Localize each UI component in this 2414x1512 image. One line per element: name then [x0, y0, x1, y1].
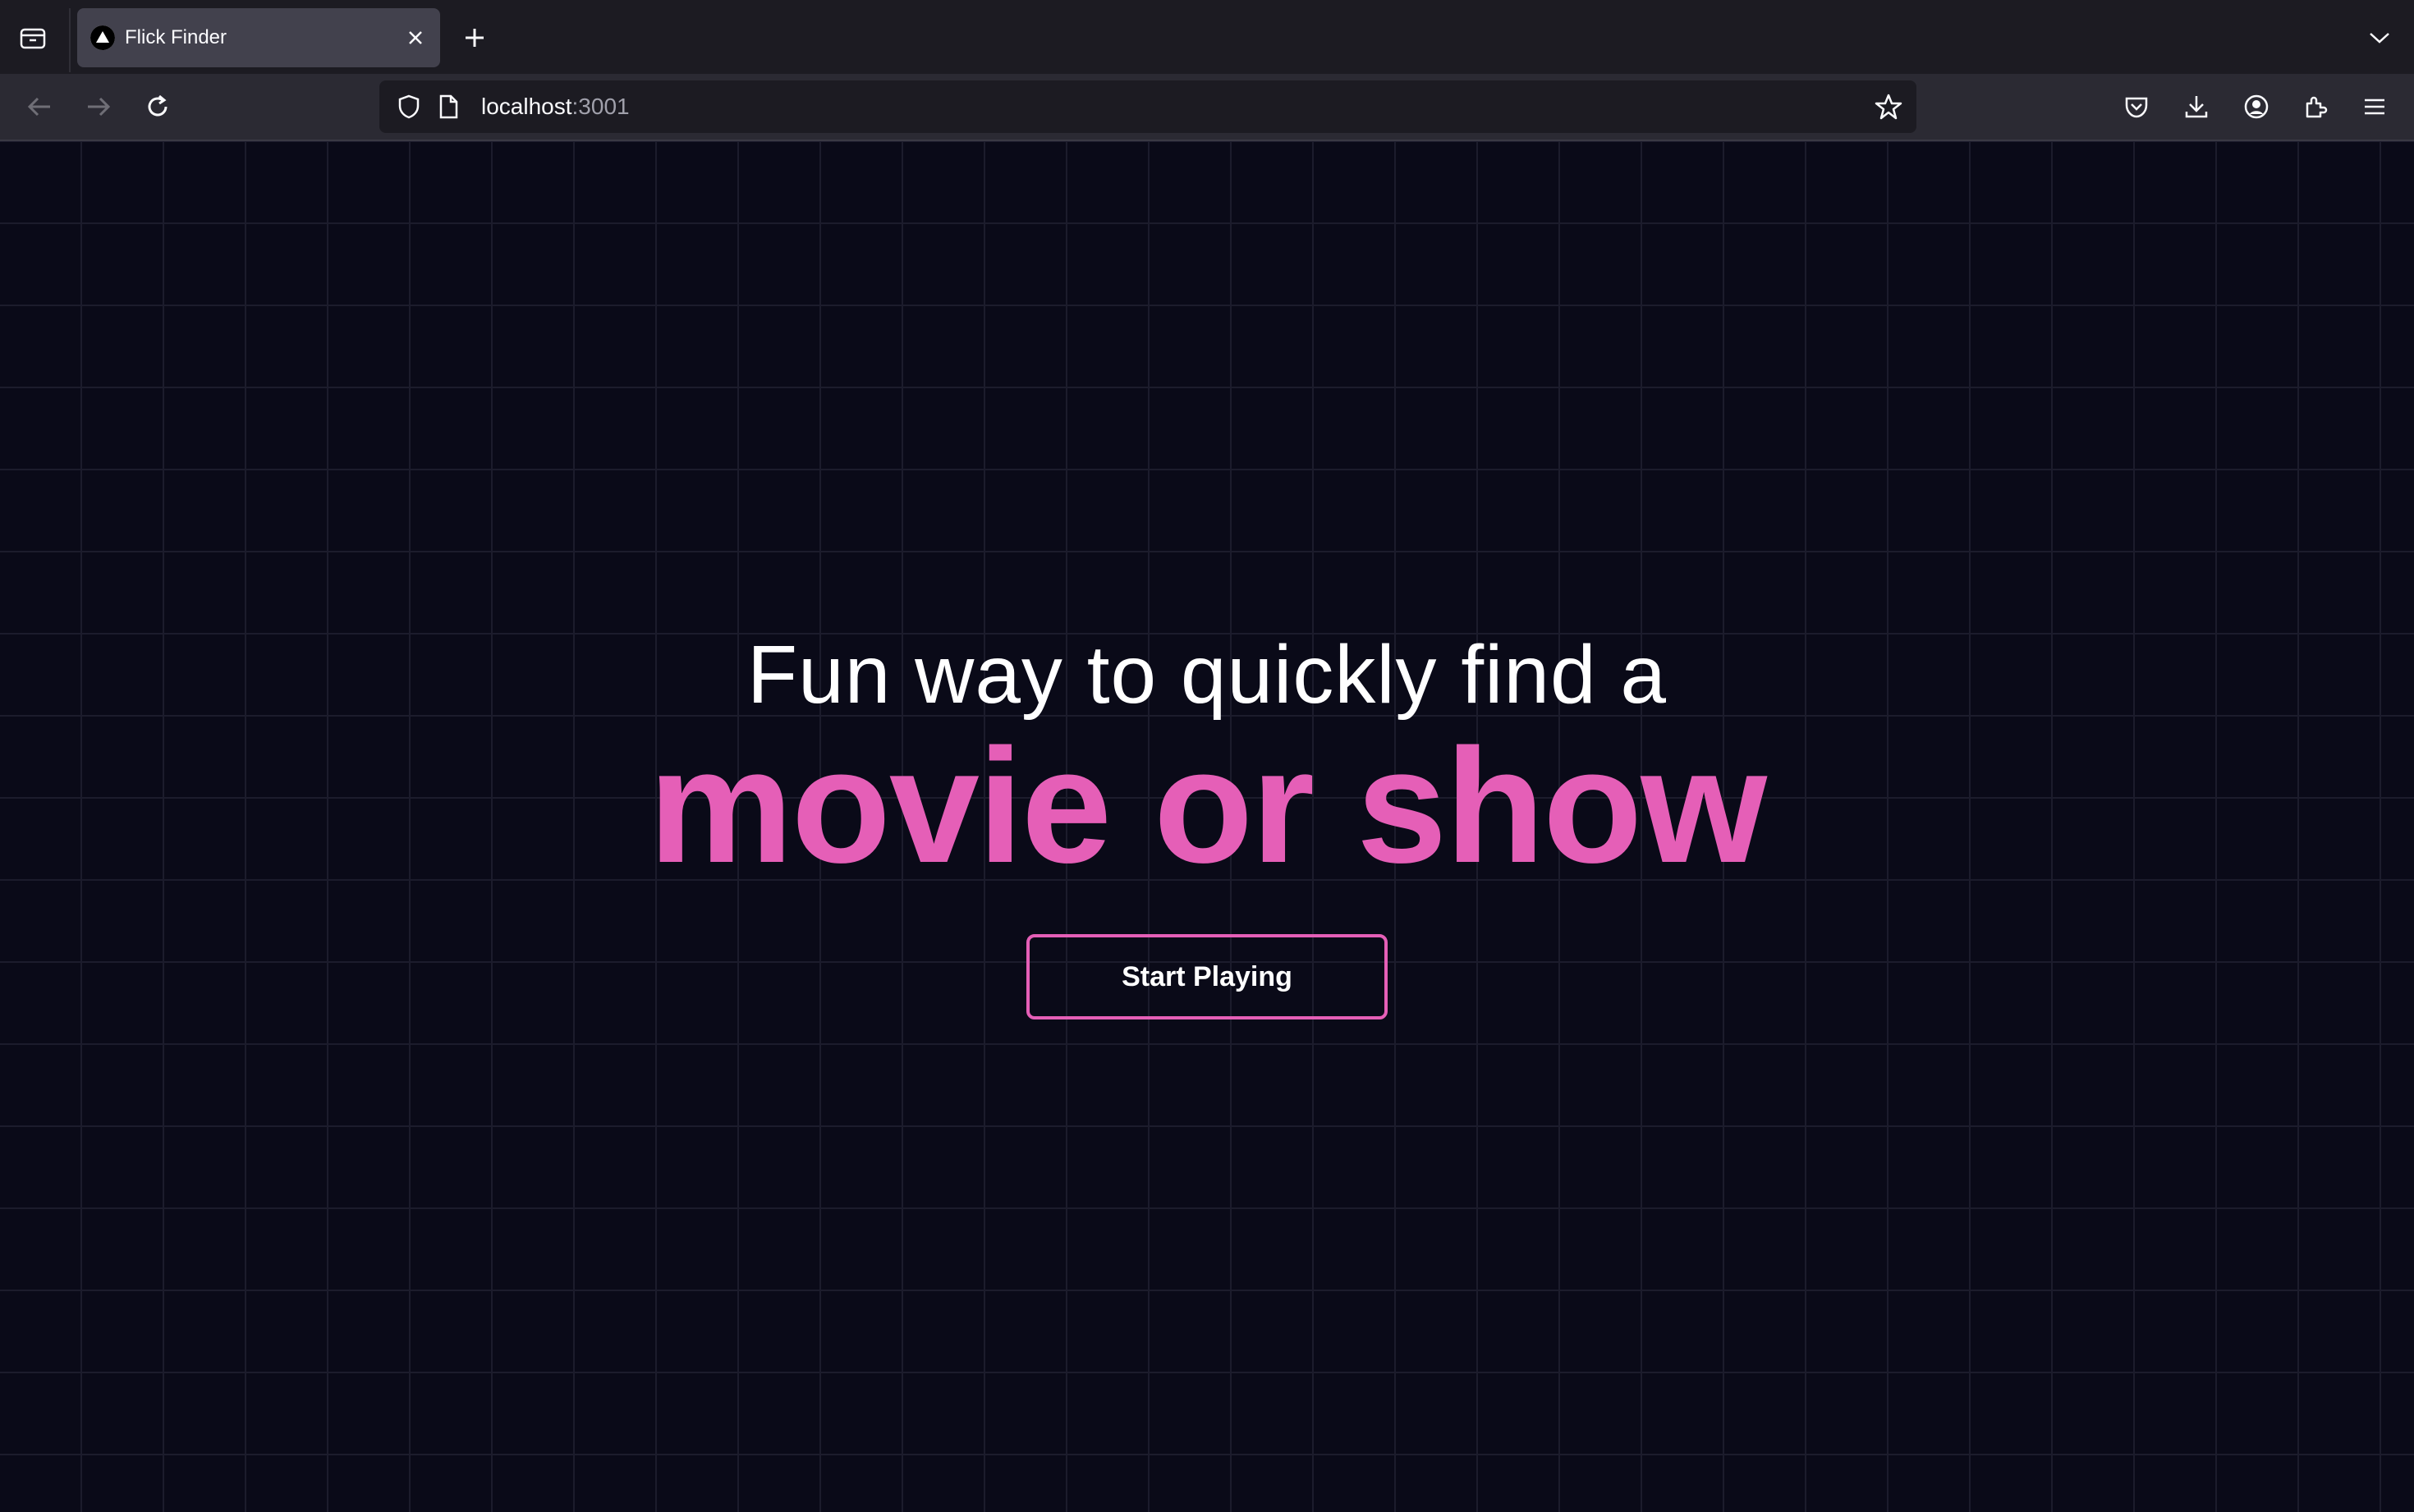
url-host: localhost — [481, 94, 572, 119]
reload-icon[interactable] — [138, 87, 177, 126]
menu-icon[interactable] — [2355, 87, 2394, 126]
page-viewport: Fun way to quickly find a movie or show … — [0, 141, 2414, 1512]
account-icon[interactable] — [2237, 87, 2276, 126]
shield-icon[interactable] — [394, 92, 424, 121]
hero-subtitle: Fun way to quickly find a — [747, 629, 1667, 721]
favicon-icon — [90, 25, 115, 50]
tab-title: Flick Finder — [125, 26, 227, 48]
start-playing-button[interactable]: Start Playing — [1026, 934, 1388, 1019]
pocket-icon[interactable] — [2117, 87, 2156, 126]
tab-overview-icon[interactable] — [15, 21, 51, 54]
address-bar[interactable]: localhost:3001 — [379, 80, 1916, 133]
download-icon[interactable] — [2177, 87, 2216, 126]
tab-separator — [69, 8, 71, 72]
extensions-icon[interactable] — [2296, 87, 2335, 126]
browser-nav-bar: localhost:3001 — [0, 74, 2414, 140]
forward-arrow-icon[interactable] — [79, 87, 118, 126]
url-text[interactable]: localhost:3001 — [481, 94, 630, 120]
url-port: :3001 — [571, 94, 630, 119]
close-tab-icon[interactable] — [402, 25, 429, 51]
hero: Fun way to quickly find a movie or show — [0, 625, 2414, 888]
chevron-down-icon[interactable] — [2361, 21, 2398, 54]
browser-tab-bar: Flick Finder — [0, 0, 2414, 74]
page-info-icon[interactable] — [434, 92, 463, 121]
hero-title: movie or show — [648, 715, 1767, 896]
new-tab-icon[interactable] — [457, 21, 493, 54]
bookmark-star-icon[interactable] — [1872, 90, 1905, 123]
back-arrow-icon[interactable] — [20, 87, 59, 126]
tab-flick-finder[interactable]: Flick Finder — [77, 8, 440, 67]
